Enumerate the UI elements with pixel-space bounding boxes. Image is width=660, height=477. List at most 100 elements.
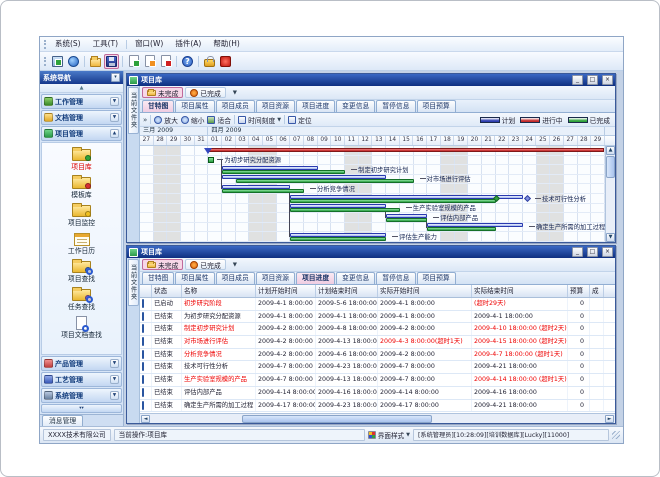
tool-定位[interactable]: 定位: [288, 115, 312, 125]
doc-new-button[interactable]: [126, 54, 141, 69]
column-header-icon[interactable]: [140, 285, 152, 297]
table-row[interactable]: 已结束生产实验室规模的产品2009-4-7 8:00:002009-4-13 1…: [140, 374, 615, 387]
save-button[interactable]: [104, 54, 119, 69]
column-header-计划结束时间[interactable]: 计划结束时间: [316, 285, 378, 297]
tab-项目属性[interactable]: 项目属性: [175, 272, 214, 284]
sidebar-collapse-button[interactable]: ▾: [111, 73, 120, 82]
tab-项目进度[interactable]: 项目进度: [296, 100, 335, 112]
tab-甘特图[interactable]: 甘特图: [142, 100, 174, 112]
current-folder-tab[interactable]: 当前文件夹: [128, 87, 139, 134]
tab-暂停信息[interactable]: 暂停信息: [376, 272, 415, 284]
sidebar-item-工作日历[interactable]: 工作日历: [42, 229, 121, 257]
expand-arrow-icon[interactable]: ▼: [110, 97, 119, 106]
folder-button[interactable]: [88, 54, 103, 69]
gantt-vertical-scrollbar[interactable]: ▲ ▼: [605, 146, 615, 242]
minimize-button[interactable]: _: [572, 75, 583, 85]
scroll-right-arrow[interactable]: ►: [605, 415, 614, 423]
table-horizontal-scrollbar[interactable]: ◄ ►: [140, 413, 615, 423]
column-header-实际开始时间[interactable]: 实际开始时间: [378, 285, 472, 297]
scroll-up-arrow[interactable]: ▲: [606, 146, 615, 155]
exit-button[interactable]: [218, 54, 233, 69]
doc-mail-button[interactable]: [142, 54, 157, 69]
menu-item-帮助(H)[interactable]: 帮助(H): [207, 37, 246, 51]
tab-message-management[interactable]: 消息管理: [42, 415, 83, 426]
sidebar-scroll-up[interactable]: ▲: [40, 84, 123, 93]
tab-项目资源[interactable]: 项目资源: [256, 272, 295, 284]
tab-变更信息[interactable]: 变更信息: [336, 100, 375, 112]
summary-bar-初步研究阶段[interactable]: [208, 148, 604, 152]
tab-项目成员[interactable]: 项目成员: [216, 100, 255, 112]
minimize-button[interactable]: _: [572, 247, 583, 257]
tab-甘特图[interactable]: 甘特图: [142, 272, 174, 284]
toolbar-overflow-chevron[interactable]: »: [143, 116, 147, 124]
expand-arrow-icon[interactable]: ▼: [110, 113, 119, 122]
plan-bar-技术可行性分析[interactable]: [290, 195, 523, 199]
current-folder-tab[interactable]: 当前文件夹: [128, 259, 139, 306]
filter-未完成[interactable]: 未完成: [142, 259, 183, 270]
scroll-thumb[interactable]: [606, 156, 615, 178]
filter-已完成[interactable]: 已完成: [185, 259, 225, 270]
desktop-button[interactable]: [50, 54, 65, 69]
tab-变更信息[interactable]: 变更信息: [336, 272, 375, 284]
filter-more-button[interactable]: ▼: [233, 262, 237, 268]
sidebar-group-文档管理[interactable]: 文档管理▼: [41, 110, 122, 125]
table-row[interactable]: 已结束技术可行性分析2009-4-7 8:00:002009-4-23 18:0…: [140, 361, 615, 374]
table-row[interactable]: 已结束评估内部产品2009-4-14 8:00:002009-4-16 18:0…: [140, 387, 615, 400]
scroll-left-arrow[interactable]: ◄: [141, 415, 150, 423]
resize-grip[interactable]: [612, 431, 620, 439]
sidebar-group-系统管理[interactable]: 系统管理▼: [41, 388, 122, 403]
sidebar-item-任务查找[interactable]: 任务查找: [42, 285, 121, 313]
menu-item-窗口(W)[interactable]: 窗口(W): [129, 37, 169, 51]
table-row[interactable]: 已结束分析竞争情况2009-4-2 8:00:002009-4-6 18:00:…: [140, 349, 615, 362]
sidebar-group-工艺管理[interactable]: 工艺管理▼: [41, 372, 122, 387]
column-header-成[interactable]: 成: [590, 285, 604, 297]
sidebar-item-项目监控[interactable]: 项目监控: [42, 201, 121, 229]
tab-项目资源[interactable]: 项目资源: [256, 100, 295, 112]
column-header-名称[interactable]: 名称: [182, 285, 256, 297]
expand-arrow-icon[interactable]: ▼: [110, 359, 119, 368]
actual-bar-技术可行性分析[interactable]: [290, 199, 495, 203]
tab-项目进度[interactable]: 项目进度: [296, 272, 335, 284]
sidebar-group-产品管理[interactable]: 产品管理▼: [41, 356, 122, 371]
table-row[interactable]: 已结束对市场进行评估2009-4-2 8:00:002009-4-13 18:0…: [140, 336, 615, 349]
tab-项目成员[interactable]: 项目成员: [216, 272, 255, 284]
scroll-down-arrow[interactable]: ▼: [606, 233, 615, 242]
sidebar-group-工作管理[interactable]: 工作管理▼: [41, 94, 122, 109]
filter-more-button[interactable]: ▼: [233, 90, 237, 96]
expand-arrow-icon[interactable]: ▼: [110, 375, 119, 384]
column-header-实际结束时间[interactable]: 实际结束时间: [472, 285, 568, 297]
gantt-window-titlebar[interactable]: 项目库 _ □ ×: [127, 74, 615, 86]
column-header-状态[interactable]: 状态: [152, 285, 182, 297]
actual-bar-评估内部产品[interactable]: [386, 218, 427, 222]
scroll-track[interactable]: [151, 415, 604, 423]
tool-缩小[interactable]: 缩小: [181, 115, 205, 125]
close-button[interactable]: ×: [602, 247, 613, 257]
expand-arrow-icon[interactable]: ▼: [110, 391, 119, 400]
table-row[interactable]: 已结束为初步研究分配资源2009-4-1 8:00:002009-4-1 18:…: [140, 311, 615, 324]
sidebar-item-项目库[interactable]: 项目库: [42, 145, 121, 173]
table-row[interactable]: 已结束确定生产所需的加工过程2009-4-17 8:00:002009-4-23…: [140, 400, 615, 413]
actual-bar-分析竞争情况[interactable]: [222, 189, 304, 193]
sidebar-group-项目管理[interactable]: 项目管理▲: [41, 126, 122, 141]
column-header-预算[interactable]: 预算: [568, 285, 590, 297]
actual-bar-制定初步研究计划[interactable]: [222, 170, 345, 174]
table-row[interactable]: 已结束制定初步研究计划2009-4-2 8:00:002009-4-8 18:0…: [140, 323, 615, 336]
gantt-chart-body[interactable]: 为初步研究分配资源制定初步研究计划对市场进行评估分析竞争情况技术可行性分析生产实…: [140, 146, 605, 242]
doc-del-button[interactable]: [158, 54, 173, 69]
tab-项目预算[interactable]: 项目预算: [417, 272, 456, 284]
sidebar-item-项目查找[interactable]: 项目查找: [42, 257, 121, 285]
filter-未完成[interactable]: 未完成: [142, 87, 183, 98]
lock-button[interactable]: [202, 54, 217, 69]
column-header-计划开始时间[interactable]: 计划开始时间: [256, 285, 316, 297]
table-row[interactable]: 已启动初步研究阶段2009-4-1 8:00:002009-5-6 18:00:…: [140, 298, 615, 311]
maximize-button[interactable]: □: [587, 75, 598, 85]
table-window-titlebar[interactable]: 项目库 _ □ ×: [127, 246, 615, 258]
tool-适合[interactable]: 适合: [207, 115, 231, 125]
tool-时间刻度[interactable]: 时间刻度▼: [238, 115, 281, 125]
globe-button[interactable]: [66, 54, 81, 69]
sidebar-item-项目文档查找[interactable]: 项目文档查找: [42, 313, 121, 341]
interface-style-button[interactable]: 界面样式 ▼: [368, 430, 410, 440]
actual-bar-确定生产所需的加工过程[interactable]: [427, 227, 495, 231]
menu-item-插件(A)[interactable]: 插件(A): [169, 37, 207, 51]
filter-已完成[interactable]: 已完成: [185, 87, 225, 98]
